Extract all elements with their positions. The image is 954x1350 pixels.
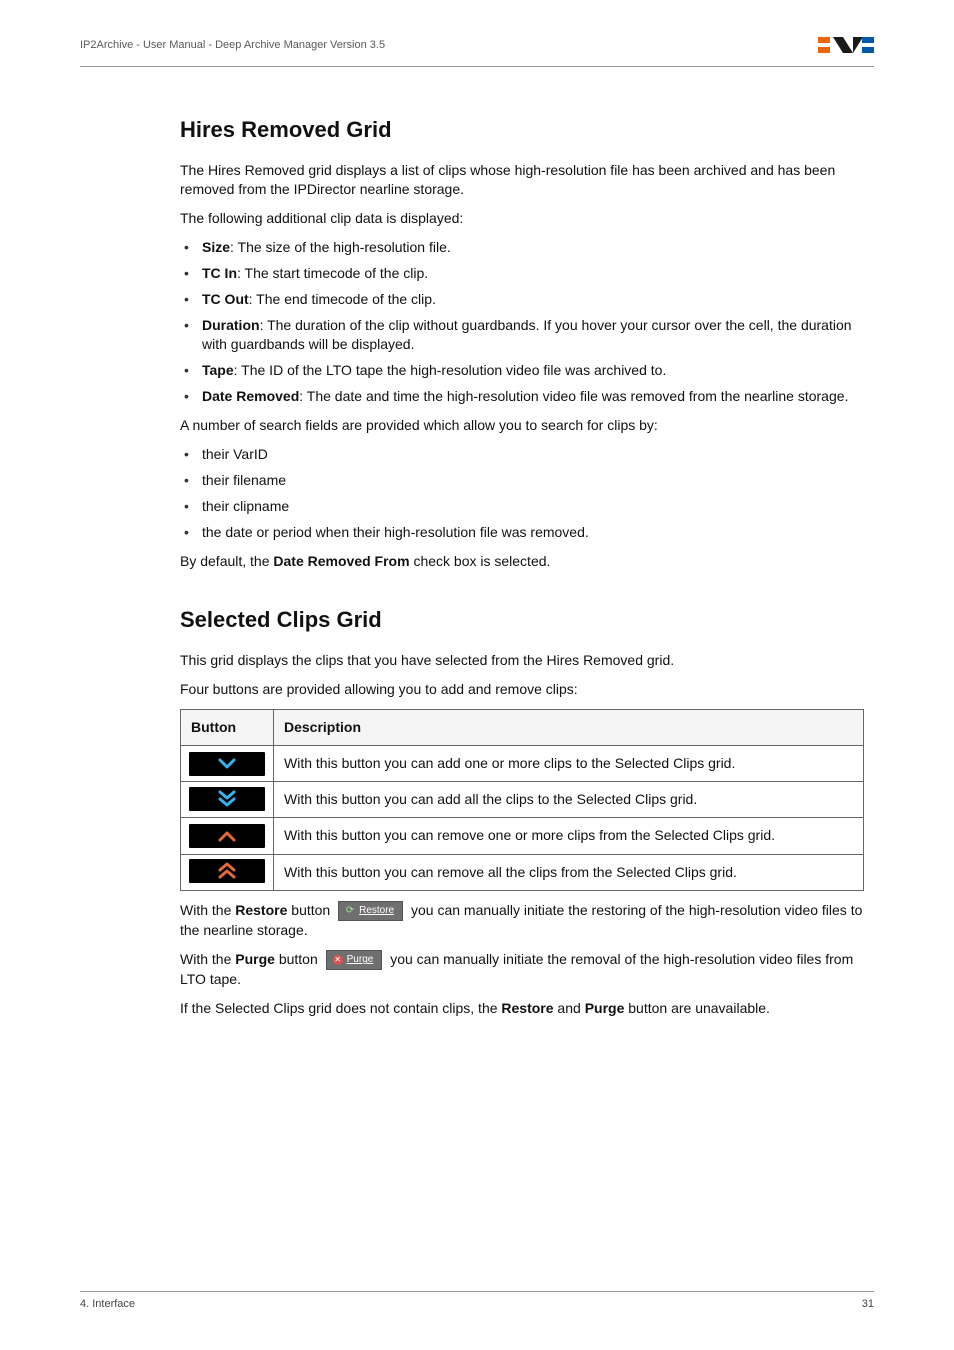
list-item: their clipname [180, 497, 864, 516]
field-label: Duration [202, 317, 260, 333]
col-button: Button [181, 710, 274, 746]
list-item: Duration: The duration of the clip witho… [180, 316, 864, 354]
field-desc: : The duration of the clip without guard… [202, 317, 852, 352]
selected-intro: This grid displays the clips that you ha… [180, 651, 864, 670]
purge-paragraph: With the Purge button ✕Purge you can man… [180, 950, 864, 989]
button-label: Restore [359, 904, 394, 918]
text: By default, the [180, 553, 273, 569]
field-label: TC In [202, 265, 237, 281]
text-bold: Purge [235, 951, 275, 967]
list-item: Tape: The ID of the LTO tape the high-re… [180, 361, 864, 380]
text: If the Selected Clips grid does not cont… [180, 1000, 501, 1016]
cell-desc: With this button you can remove all the … [274, 854, 864, 890]
restore-paragraph: With the Restore button ⟳Restore you can… [180, 901, 864, 940]
evs-logo [818, 35, 874, 55]
list-item: TC Out: The end timecode of the clip. [180, 290, 864, 309]
field-desc: : The start timecode of the clip. [237, 265, 428, 281]
list-item: Date Removed: The date and time the high… [180, 387, 864, 406]
table-header-row: Button Description [181, 710, 864, 746]
text-bold: Date Removed From [273, 553, 409, 569]
field-label: Size [202, 239, 230, 255]
field-desc: : The ID of the LTO tape the high-resolu… [234, 362, 667, 378]
page-content: Hires Removed Grid The Hires Removed gri… [180, 67, 864, 1018]
buttons-table: Button Description With this button you … [180, 709, 864, 890]
list-item: their VarID [180, 445, 864, 464]
field-label: TC Out [202, 291, 249, 307]
hires-intro2: The following additional clip data is di… [180, 209, 864, 228]
hires-field-list: Size: The size of the high-resolution fi… [180, 238, 864, 406]
chevron-down-icon[interactable] [189, 752, 265, 776]
page-footer: 4. Interface 31 [80, 1291, 874, 1310]
col-description: Description [274, 710, 864, 746]
hires-heading: Hires Removed Grid [180, 115, 864, 145]
list-item: their filename [180, 471, 864, 490]
text: With the [180, 951, 235, 967]
list-item: TC In: The start timecode of the clip. [180, 264, 864, 283]
icon-cell [181, 782, 274, 818]
double-chevron-down-icon[interactable] [189, 787, 265, 811]
footer-page-number: 31 [862, 1298, 874, 1310]
text: With the [180, 902, 235, 918]
header-title: IP2Archive - User Manual - Deep Archive … [80, 39, 385, 51]
selected-intro2: Four buttons are provided allowing you t… [180, 680, 864, 699]
icon-cell [181, 746, 274, 782]
unavailable-note: If the Selected Clips grid does not cont… [180, 999, 864, 1018]
field-label: Tape [202, 362, 234, 378]
icon-cell [181, 854, 274, 890]
restore-button[interactable]: ⟳ Restore [338, 901, 403, 921]
search-intro: A number of search fields are provided w… [180, 416, 864, 435]
double-chevron-up-icon[interactable] [189, 859, 265, 883]
text: button are unavailable. [624, 1000, 770, 1016]
field-desc: : The end timecode of the clip. [249, 291, 436, 307]
restore-icon: ⟳ [345, 906, 355, 916]
icon-cell [181, 818, 274, 854]
list-item: the date or period when their high-resol… [180, 523, 864, 542]
purge-button[interactable]: ✕ Purge [326, 950, 383, 970]
text-bold: Purge [585, 1000, 625, 1016]
page-header: IP2Archive - User Manual - Deep Archive … [80, 30, 874, 60]
text: and [554, 1000, 585, 1016]
cell-desc: With this button you can add one or more… [274, 746, 864, 782]
field-label: Date Removed [202, 388, 299, 404]
button-label: Purge [347, 953, 374, 967]
field-desc: : The size of the high-resolution file. [230, 239, 451, 255]
cell-desc: With this button you can add all the cli… [274, 782, 864, 818]
chevron-up-icon[interactable] [189, 824, 265, 848]
footer-section: 4. Interface [80, 1298, 135, 1310]
purge-icon: ✕ [333, 955, 343, 965]
field-desc: : The date and time the high-resolution … [299, 388, 848, 404]
list-item: Size: The size of the high-resolution fi… [180, 238, 864, 257]
text: check box is selected. [410, 553, 551, 569]
text: button [287, 902, 334, 918]
table-row: With this button you can add all the cli… [181, 782, 864, 818]
search-list: their VarID their filename their clipnam… [180, 445, 864, 542]
text-bold: Restore [501, 1000, 553, 1016]
hires-intro: The Hires Removed grid displays a list o… [180, 161, 864, 199]
selected-heading: Selected Clips Grid [180, 605, 864, 635]
cell-desc: With this button you can remove one or m… [274, 818, 864, 854]
text-bold: Restore [235, 902, 287, 918]
text: button [275, 951, 322, 967]
table-row: With this button you can remove all the … [181, 854, 864, 890]
table-row: With this button you can remove one or m… [181, 818, 864, 854]
footer-divider [80, 1291, 874, 1292]
table-row: With this button you can add one or more… [181, 746, 864, 782]
default-note: By default, the Date Removed From check … [180, 552, 864, 571]
